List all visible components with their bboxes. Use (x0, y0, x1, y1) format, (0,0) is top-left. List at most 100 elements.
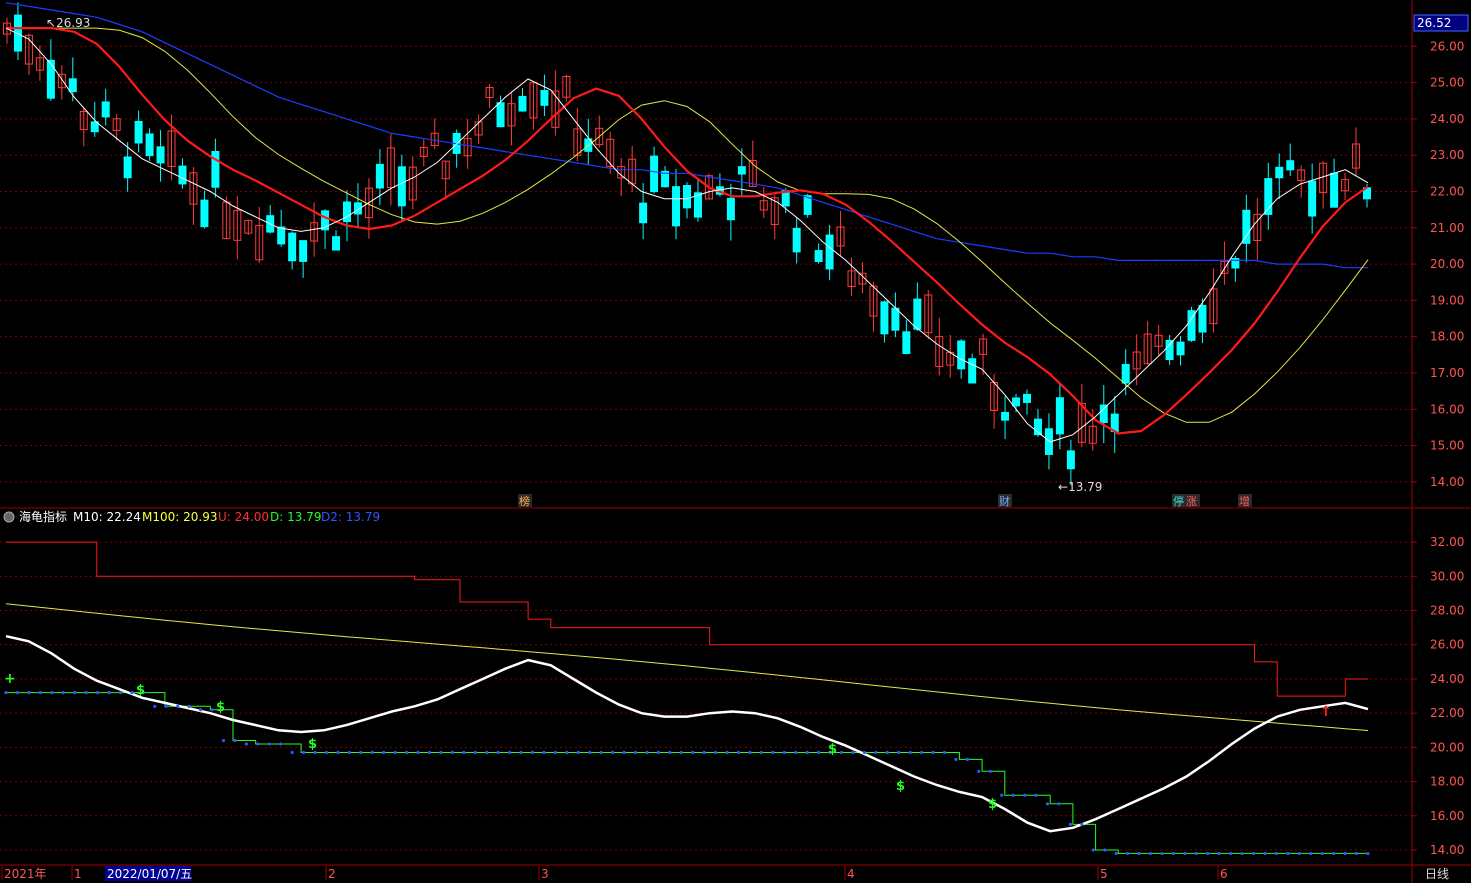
indicator-d2-dot (817, 750, 821, 755)
low-price-marker: ←13.79 (1058, 480, 1102, 494)
buy-signal-plus[interactable]: + (4, 671, 16, 687)
candle-body (496, 102, 505, 128)
indicator-d2-dot (1137, 851, 1141, 856)
event-marker-zhang[interactable]: 涨 (1186, 495, 1197, 508)
indicator-d2-dot (1354, 851, 1359, 856)
candle-body (332, 236, 341, 251)
indicator-d2-dot (279, 742, 283, 746)
indicator-d2-dot (27, 691, 31, 695)
indicator-d2-dot (1171, 851, 1176, 856)
indicator-d2-dot (862, 750, 867, 755)
candle-body (726, 197, 735, 221)
indicator-tick-label: 18.00 (1430, 775, 1464, 789)
indicator-d2-dot (507, 750, 512, 755)
indicator-d2-dot (187, 704, 191, 708)
indicator-d2-dot (633, 750, 638, 755)
dollar-signal[interactable]: $ (988, 797, 997, 812)
indicator-d2-dot (1148, 851, 1153, 856)
stock-chart[interactable]: 26.52 ↖26.93 ←13.79 榜 财 停 涨 增 海龟指标 M10: … (0, 0, 1471, 883)
time-axis: 2021年 1 2022/01/07/五 2 3 4 5 6 日线 (1, 866, 1449, 881)
candle-body (1023, 393, 1031, 403)
indicator-u-line (6, 541, 1368, 697)
candle-body (397, 166, 406, 207)
indicator-d2-dot (1091, 848, 1095, 852)
candle-body (880, 301, 889, 335)
indicator-d2-dot (897, 750, 901, 755)
candle-body (683, 185, 691, 209)
indicator-settings-icon[interactable] (3, 511, 15, 523)
indicator-d2-dot (908, 750, 912, 755)
indicator-tick-label: 30.00 (1430, 569, 1464, 583)
upper-grid (0, 45, 1412, 483)
ma-yellow-line (6, 27, 1369, 423)
event-marker-zeng[interactable]: 增 (1239, 494, 1250, 508)
indicator-d2-dot (1251, 851, 1256, 856)
indicator-d2-dot (622, 750, 626, 755)
indicator-d2-dot (1194, 851, 1198, 856)
dollar-signal[interactable]: $ (308, 737, 317, 752)
indicator-d2-dot (496, 750, 500, 755)
dollar-signal[interactable]: $ (136, 683, 145, 698)
indicator-m100-line (5, 603, 1369, 731)
indicator-d2-dot (702, 750, 706, 755)
indicator-d2-dot (473, 750, 477, 755)
indicator-d2-dot (1057, 802, 1061, 806)
indicator-d2-dot (1263, 851, 1267, 856)
price-tick-label: 22.00 (1430, 184, 1464, 198)
high-price-marker: ↖26.93 (46, 16, 90, 30)
indicator-d2-dot (382, 750, 386, 755)
indicator-lines (4, 541, 1370, 856)
indicator-d2-dot (450, 750, 454, 755)
indicator-d2-dot (759, 750, 763, 755)
time-label-3: 3 (541, 867, 549, 881)
indicator-d2-dot (164, 704, 168, 708)
indicator-d2-dot (874, 750, 878, 755)
indicator-d2-dot (942, 750, 947, 755)
candle-body (1275, 166, 1284, 179)
signal-markers[interactable]: + $ $ $ $ $ $ ↑ (4, 671, 1332, 812)
candle-body (968, 358, 977, 384)
event-marker-bang[interactable]: 榜 (519, 494, 530, 508)
price-tick-label: 21.00 (1430, 221, 1464, 235)
indicator-tick-label: 28.00 (1430, 604, 1464, 618)
indicator-d2-dot (1114, 851, 1118, 856)
dollar-signal[interactable]: $ (828, 742, 837, 757)
candle-body (1066, 450, 1075, 470)
time-label-4: 4 (847, 867, 855, 881)
event-marker-cai[interactable]: 财 (999, 494, 1010, 508)
event-markers[interactable]: 榜 财 停 涨 增 (518, 494, 1252, 508)
indicator-d2-dot (130, 691, 134, 695)
indicator-name: 海龟指标 (19, 509, 67, 524)
candle-body (1165, 339, 1174, 361)
indicator-d2-dot (1000, 793, 1004, 797)
event-marker-ting[interactable]: 停 (1173, 494, 1184, 508)
candle-body (825, 234, 834, 270)
indicator-tick-label: 22.00 (1430, 706, 1464, 720)
candle-body (123, 156, 132, 179)
candle-body (891, 307, 900, 331)
indicator-d2-dot (611, 750, 615, 755)
dollar-signal[interactable]: $ (216, 700, 225, 715)
indicator-d2-dot (73, 691, 77, 695)
moving-average-lines (5, 2, 1369, 443)
legend-u: U: 24.00 (218, 510, 269, 524)
candle-body (737, 166, 746, 175)
indicator-d2-dot (393, 750, 397, 755)
candle-body (913, 298, 922, 330)
candle-body (650, 155, 659, 193)
indicator-d2-dot (221, 738, 226, 743)
period-label[interactable]: 日线 (1425, 867, 1449, 881)
candle-body (178, 165, 187, 185)
price-tick-label: 23.00 (1430, 148, 1464, 162)
indicator-d2-dot (668, 750, 672, 755)
time-label-5: 5 (1100, 867, 1108, 881)
dollar-signal[interactable]: $ (896, 779, 905, 794)
indicator-d2-dot (404, 750, 409, 755)
indicator-d2-dot (965, 757, 970, 761)
price-tick-label: 19.00 (1430, 293, 1464, 307)
indicator-d2-dot (1240, 851, 1244, 856)
indicator-d2-dot (1068, 822, 1073, 826)
indicator-tick-label: 16.00 (1430, 809, 1464, 823)
candle-body (1012, 397, 1021, 407)
up-arrow-signal[interactable]: ↑ (1320, 704, 1332, 720)
